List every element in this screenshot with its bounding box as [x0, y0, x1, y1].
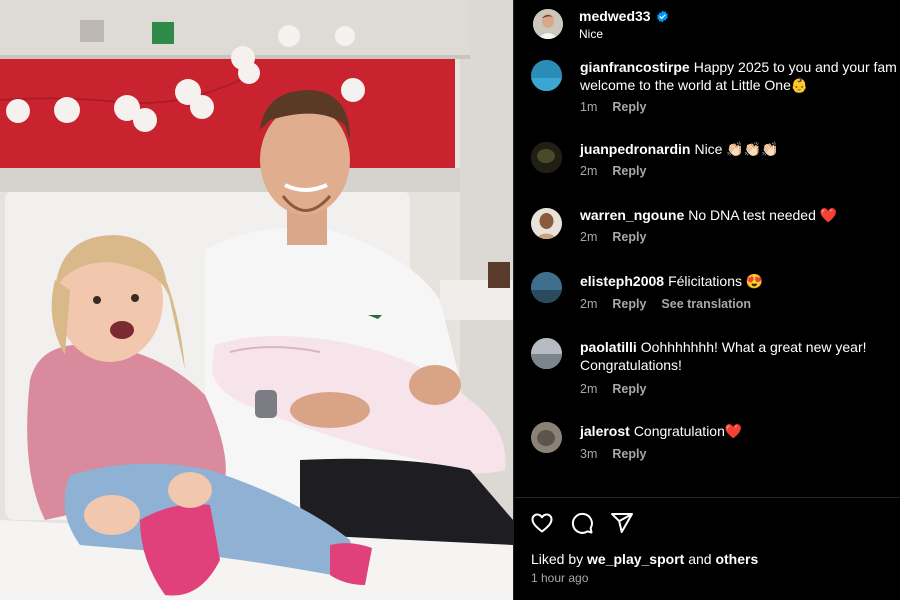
comment-time: 2m — [580, 382, 598, 396]
comment-time: 1m — [580, 100, 598, 114]
send-icon[interactable] — [610, 511, 634, 535]
commenter-avatar[interactable] — [531, 338, 562, 369]
reply-button[interactable]: Reply — [612, 382, 646, 396]
commenter-avatar-image — [531, 208, 562, 239]
likes-prefix: Liked by — [531, 551, 584, 567]
reply-button[interactable]: Reply — [612, 164, 646, 178]
heart-icon[interactable] — [530, 511, 554, 535]
author-avatar-image — [533, 9, 563, 39]
comment-text: paolatilli Oohhhhhhh! What a great new ye… — [580, 338, 890, 374]
post-actions — [530, 511, 634, 535]
commenter-avatar-image — [531, 60, 562, 91]
commenter-avatar-image — [531, 142, 562, 173]
post-timestamp: 1 hour ago — [531, 571, 589, 585]
comment-time: 3m — [580, 447, 598, 461]
commenter-avatar-image — [531, 338, 562, 369]
comment-time: 2m — [580, 230, 598, 244]
likes-joiner: and — [688, 551, 712, 567]
comment-body: Congratulation❤️ — [633, 423, 743, 439]
reply-button[interactable]: Reply — [612, 230, 646, 244]
post-image — [0, 0, 513, 600]
comment-username[interactable]: jalerost — [580, 423, 630, 439]
comment-text: jalerost Congratulation❤️ — [580, 422, 900, 440]
comment-username[interactable]: elisteph2008 — [580, 273, 664, 289]
reply-button[interactable]: Reply — [612, 447, 646, 461]
reply-button[interactable]: Reply — [612, 297, 646, 311]
author-avatar[interactable] — [533, 9, 563, 39]
comment-text: warren_ngoune No DNA test needed ❤️ — [580, 206, 900, 224]
comment-body: Félicitations 😍 — [668, 273, 764, 289]
post-header: medwed33 Nice — [514, 0, 900, 50]
comment-text: elisteph2008 Félicitations 😍 — [580, 272, 900, 290]
commenter-avatar-image — [531, 422, 562, 453]
comment-meta: 2m Reply — [580, 164, 646, 178]
comment-icon[interactable] — [570, 511, 594, 535]
comment-meta: 2m Reply — [580, 382, 646, 396]
post-sidebar: medwed33 Nice gianfrancostirpe Happy 2025… — [513, 0, 900, 600]
author-username-text[interactable]: medwed33 — [579, 8, 651, 24]
comment-meta: 3m Reply — [580, 447, 646, 461]
comment-username[interactable]: paolatilli — [580, 339, 637, 355]
comment-meta: 2m Reply See translation — [580, 297, 751, 311]
comment-username[interactable]: gianfrancostirpe — [580, 59, 690, 75]
verified-badge-icon — [656, 10, 668, 22]
likes-summary: Liked by we_play_sport and others — [531, 551, 758, 567]
commenter-avatar-image — [531, 272, 562, 303]
commenter-avatar[interactable] — [531, 272, 562, 303]
post-photo[interactable] — [0, 0, 513, 600]
comment-body: No DNA test needed ❤️ — [688, 207, 838, 223]
comment-username[interactable]: warren_ngoune — [580, 207, 684, 223]
commenter-avatar[interactable] — [531, 60, 562, 91]
comment-time: 2m — [580, 164, 598, 178]
likes-others[interactable]: others — [715, 551, 758, 567]
commenter-avatar[interactable] — [531, 142, 562, 173]
comment-list: gianfrancostirpe Happy 2025 to you and yo… — [514, 50, 900, 498]
comment-body: Nice 👏🏻👏🏻👏🏻 — [694, 141, 779, 157]
post-caption: Nice — [579, 27, 604, 41]
comment-meta: 1m Reply — [580, 100, 646, 114]
commenter-avatar[interactable] — [531, 422, 562, 453]
comment-text: gianfrancostirpe Happy 2025 to you and yo… — [580, 58, 900, 94]
comment-text: juanpedronardin Nice 👏🏻👏🏻👏🏻 — [580, 140, 900, 158]
author-username[interactable]: medwed33 — [579, 8, 669, 24]
divider — [514, 497, 900, 498]
comment-username[interactable]: juanpedronardin — [580, 141, 690, 157]
likes-user[interactable]: we_play_sport — [587, 551, 684, 567]
reply-button[interactable]: Reply — [612, 100, 646, 114]
see-translation-button[interactable]: See translation — [661, 297, 751, 311]
comment-time: 2m — [580, 297, 598, 311]
comment-meta: 2m Reply — [580, 230, 646, 244]
commenter-avatar[interactable] — [531, 208, 562, 239]
